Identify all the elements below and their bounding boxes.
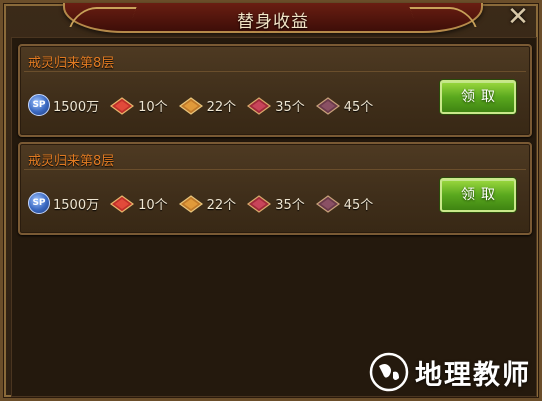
window-title: 替身收益	[237, 12, 309, 32]
reward-items: SP 1500万 10个 22个 35个 45个	[28, 92, 383, 118]
reward-item-gem: 35个	[246, 192, 305, 214]
crimson-gem-icon	[247, 97, 272, 115]
reward-value: 22个	[206, 197, 237, 213]
reward-item-gem: 22个	[178, 192, 237, 214]
watermark: 地理教师	[367, 350, 531, 394]
row-title: 戒灵归来第8层	[28, 56, 115, 71]
reward-value: 35个	[275, 197, 305, 213]
reward-value: 1500万	[53, 99, 100, 115]
reward-item-gem: 22个	[178, 94, 237, 116]
claim-button[interactable]: 领取	[440, 80, 516, 114]
crimson-gem-icon	[247, 195, 272, 213]
reward-item-gem: 45个	[315, 192, 374, 214]
title-bar: 替身收益	[63, 3, 483, 33]
reward-row: 戒灵归来第8层 SP 1500万 10个 22个 35个 45个 领取	[18, 44, 532, 137]
reward-item-gem: 35个	[246, 94, 305, 116]
sp-icon: SP	[28, 192, 50, 214]
reward-item-sp: SP 1500万	[28, 192, 99, 214]
reward-value: 45个	[343, 99, 374, 115]
reward-item-gem: 10个	[109, 94, 168, 116]
reward-window: 替身收益 ✕ 戒灵归来第8层 SP 1500万 10个 22个 35个 45个 …	[0, 0, 542, 401]
row-divider	[24, 169, 526, 170]
reward-item-sp: SP 1500万	[28, 94, 99, 116]
globe-logo-icon	[369, 352, 409, 392]
reward-row: 戒灵归来第8层 SP 1500万 10个 22个 35个 45个 领取	[18, 142, 532, 235]
row-divider	[24, 71, 526, 72]
orange-gem-icon	[178, 97, 203, 115]
dark-gem-icon	[315, 195, 340, 213]
reward-value: 10个	[138, 197, 168, 213]
close-icon[interactable]: ✕	[503, 4, 533, 31]
reward-item-gem: 10个	[109, 192, 168, 214]
reward-item-gem: 45个	[315, 94, 374, 116]
red-gem-icon	[110, 97, 135, 115]
reward-value: 45个	[343, 197, 374, 213]
orange-gem-icon	[178, 195, 203, 213]
reward-value: 10个	[138, 99, 168, 115]
reward-items: SP 1500万 10个 22个 35个 45个	[28, 190, 383, 216]
watermark-text: 地理教师	[415, 359, 531, 391]
reward-value: 1500万	[53, 197, 100, 213]
dark-gem-icon	[315, 97, 340, 115]
reward-value: 22个	[206, 99, 237, 115]
claim-button[interactable]: 领取	[440, 178, 516, 212]
sp-icon: SP	[28, 94, 50, 116]
reward-value: 35个	[275, 99, 305, 115]
red-gem-icon	[110, 195, 135, 213]
row-title: 戒灵归来第8层	[28, 154, 115, 169]
reward-list: 戒灵归来第8层 SP 1500万 10个 22个 35个 45个 领取 戒灵归来…	[11, 37, 537, 397]
